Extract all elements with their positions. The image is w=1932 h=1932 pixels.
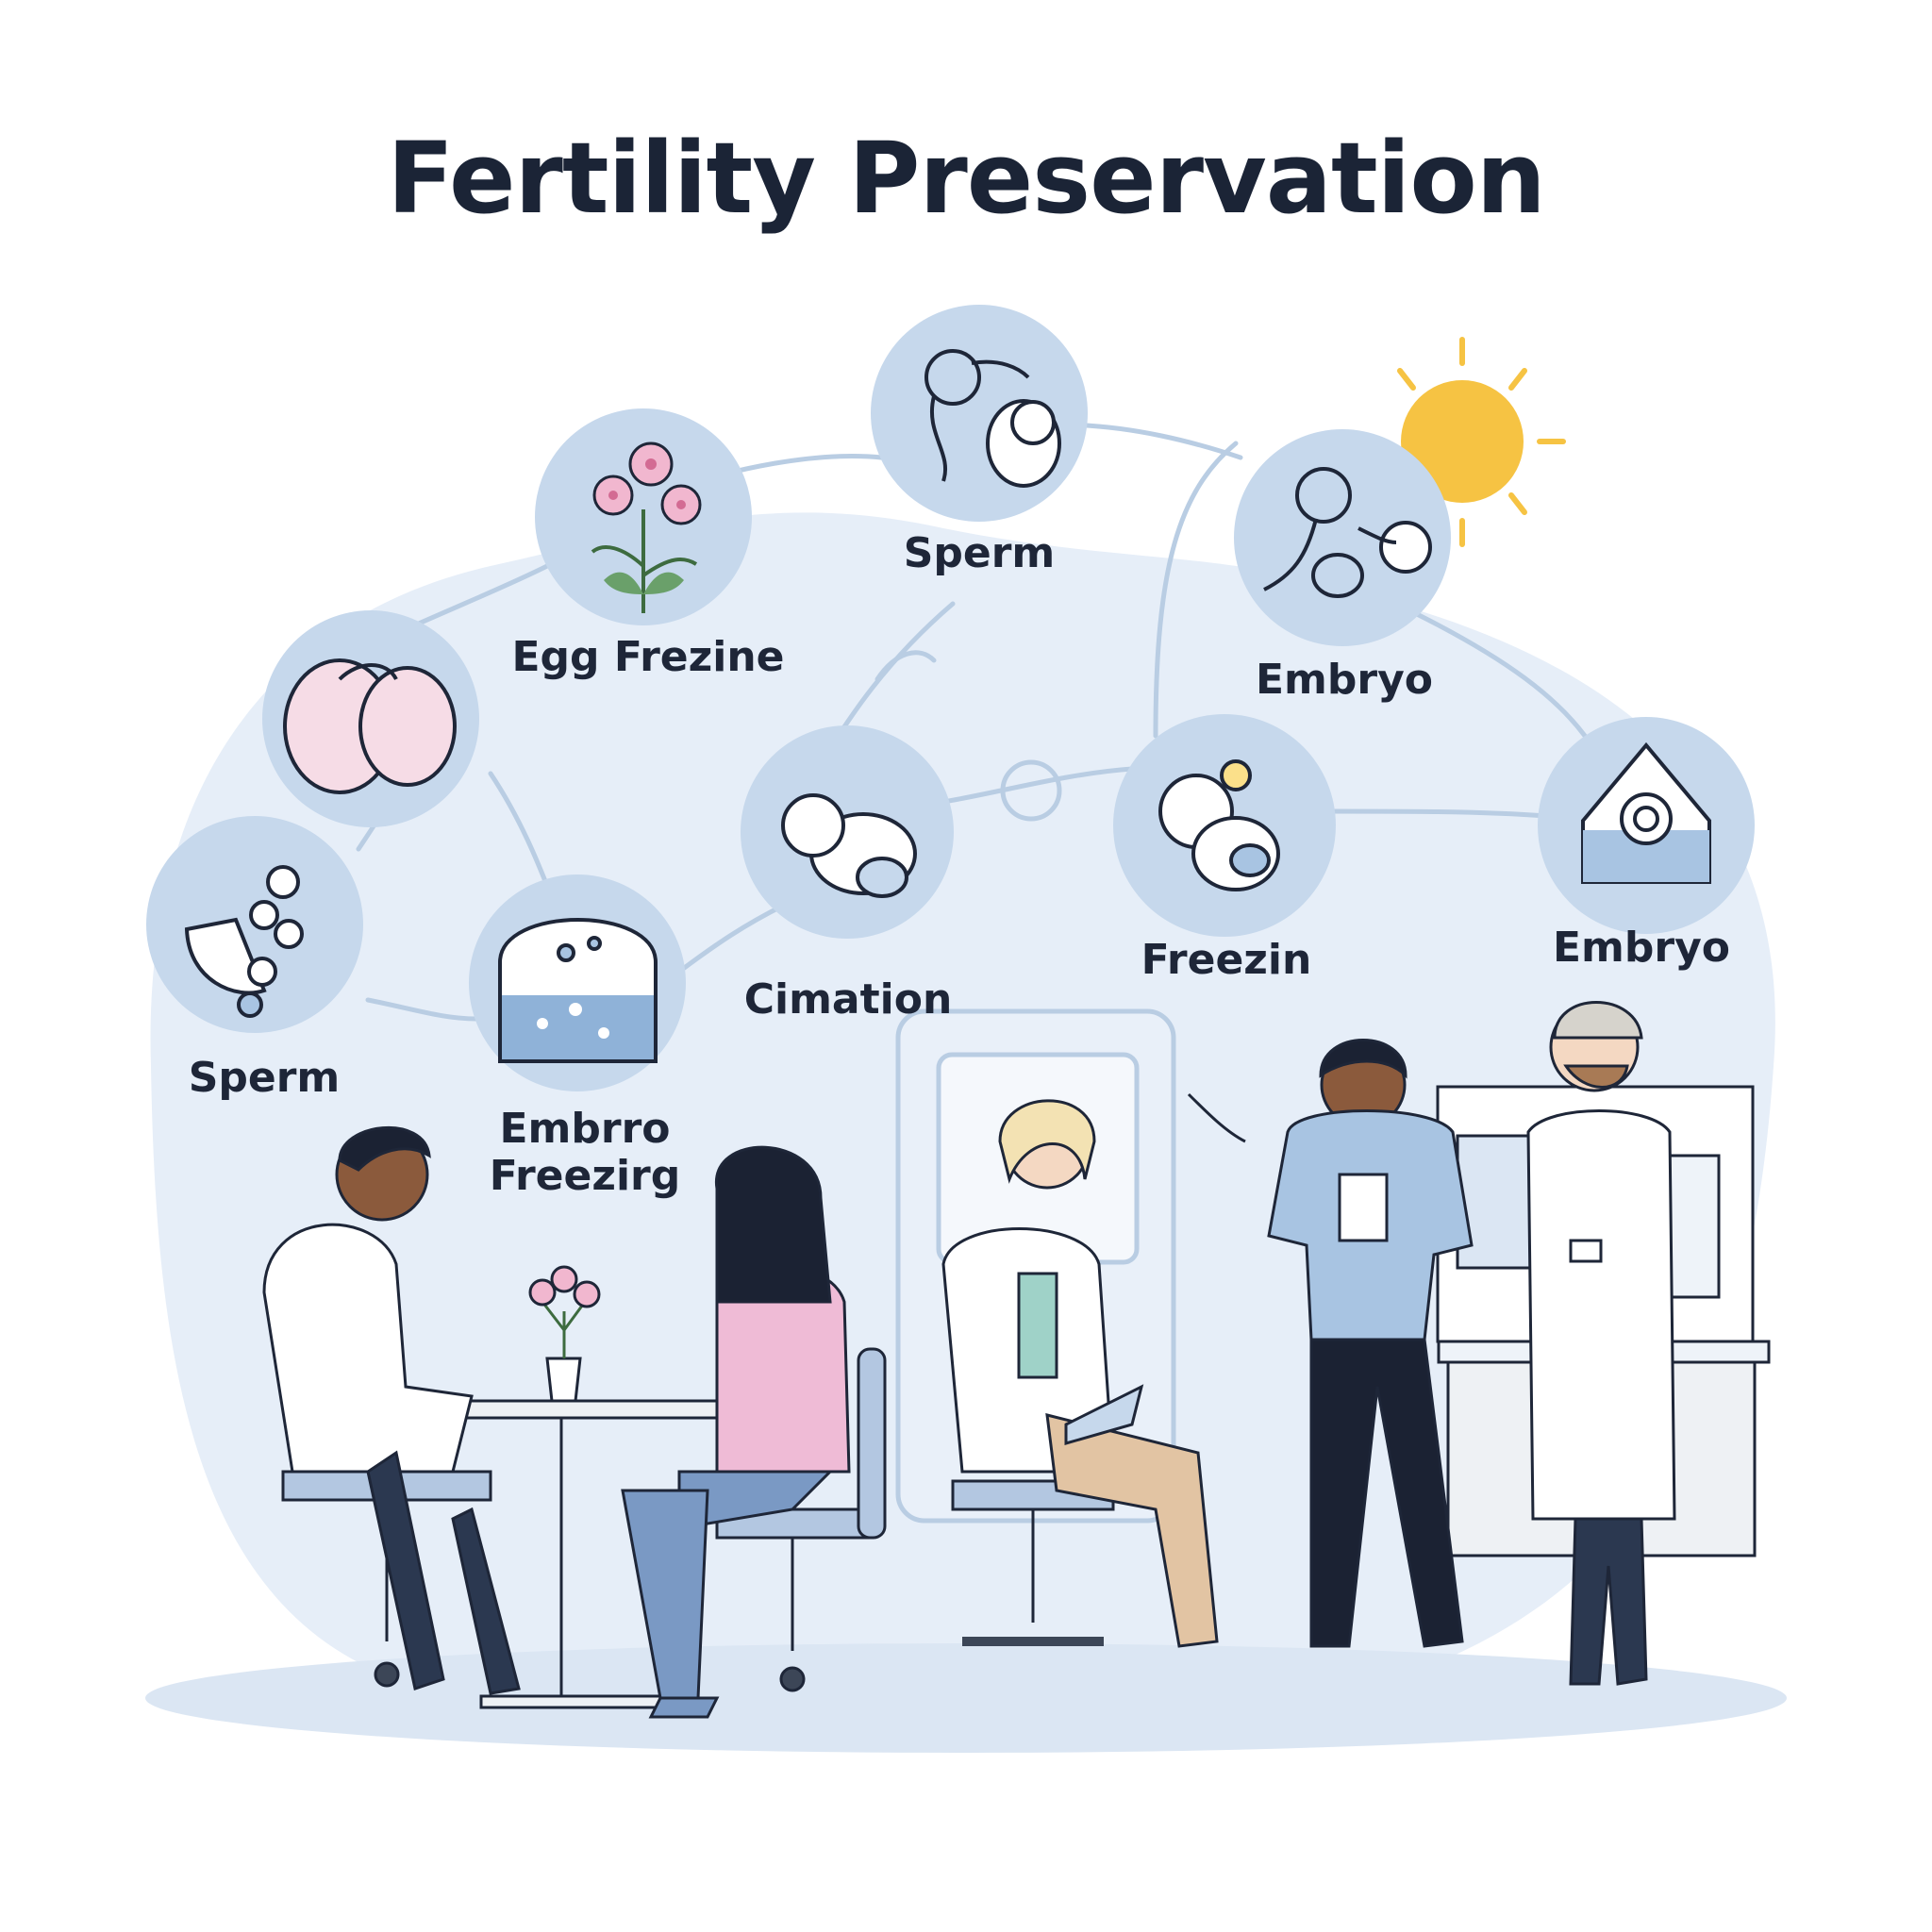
label-embryo-right: Embryo	[1552, 924, 1730, 972]
node-embryo-top-right[interactable]	[1234, 429, 1451, 646]
node-cimation[interactable]	[741, 725, 954, 939]
freezing-jar-icon	[498, 918, 658, 1063]
page-title: Fertility Preservation	[387, 121, 1546, 236]
label-embryo-top-right: Embryo	[1255, 656, 1433, 704]
floor-shadow	[145, 1643, 1787, 1753]
node-sperm-left[interactable]	[146, 816, 363, 1033]
node-embryo-right[interactable]	[1538, 717, 1755, 934]
label-egg-freezing: Egg Frezine	[511, 633, 785, 681]
label-freezing: Freezin	[1141, 936, 1312, 984]
node-embryo-freezing[interactable]	[469, 874, 686, 1091]
egg-icon	[283, 658, 457, 794]
infographic-stage: Fertility Preservation Sperm Egg Frezine…	[0, 0, 1932, 1932]
label-cimation: Cimation	[743, 975, 953, 1024]
node-freezing[interactable]	[1113, 714, 1336, 937]
label-sperm-top: Sperm	[903, 529, 1056, 577]
node-egg-freezing[interactable]	[535, 408, 752, 625]
node-egg-pink[interactable]	[262, 610, 479, 827]
label-embryo-freezing: Embrro Freezirg	[489, 1105, 681, 1200]
label-sperm-left: Sperm	[188, 1054, 341, 1102]
node-sperm-top[interactable]	[871, 305, 1088, 522]
